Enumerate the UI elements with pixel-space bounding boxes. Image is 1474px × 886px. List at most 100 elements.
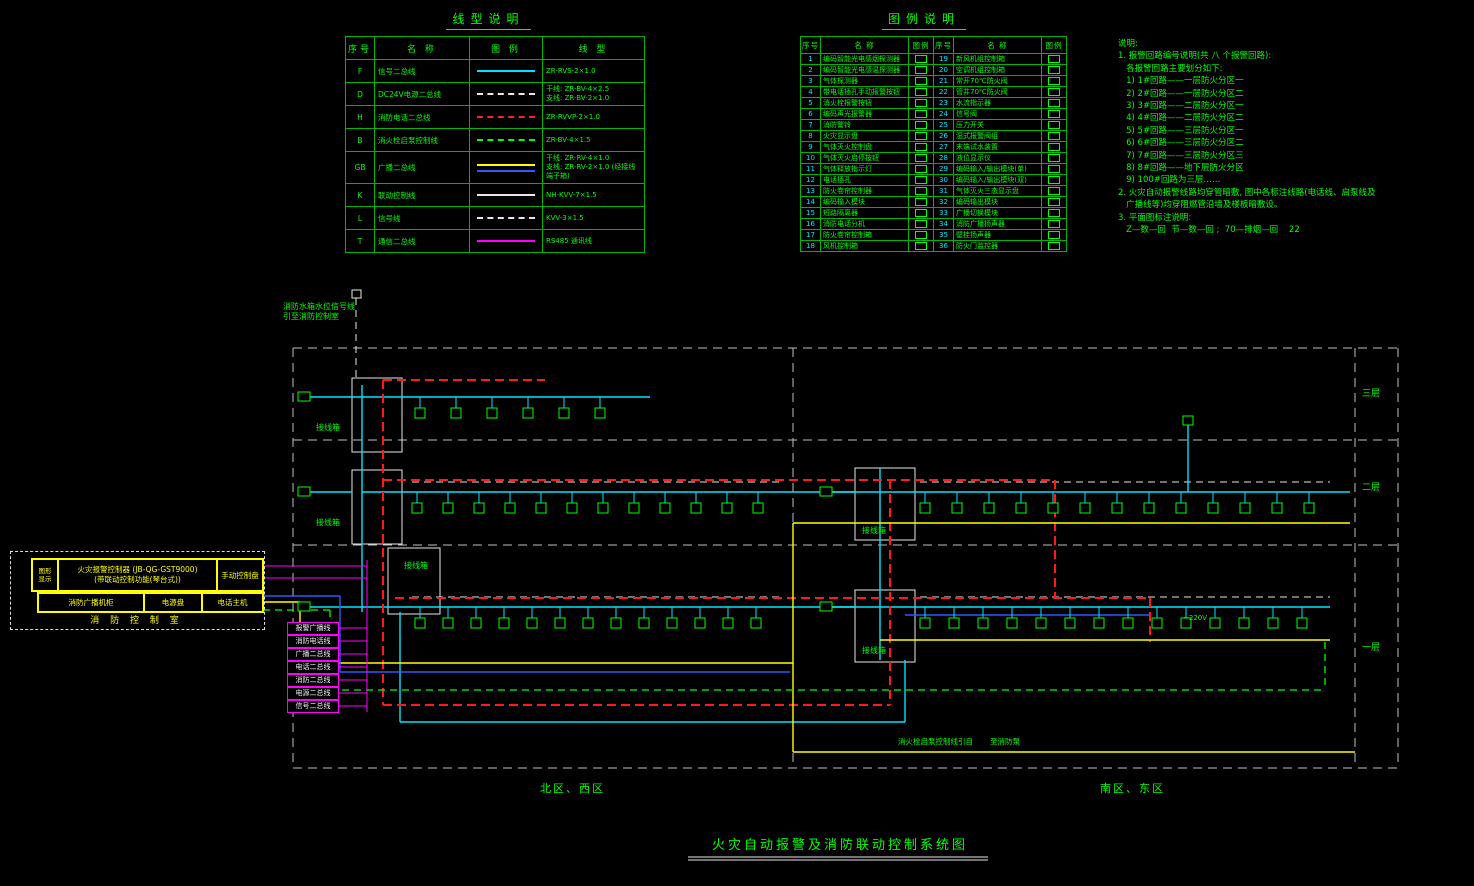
note-line: 各报警回路主要划分如下: (1118, 63, 1463, 75)
line-sample-swatch (477, 116, 535, 118)
symbol-glyph-cell (909, 241, 934, 252)
symbol-name: 防火卷帘控制器 (821, 186, 909, 197)
symbol-legend-row: 3 气体探测器 21 常开70℃防火阀 (801, 76, 1067, 87)
line-sample-swatch (477, 70, 535, 72)
note-line: 1) 1#回路——一层防火分区一 (1118, 75, 1463, 87)
symbol-glyph-cell (1042, 230, 1067, 241)
symbol-glyph-cell (909, 219, 934, 230)
symbol-seq: 27 (934, 142, 954, 153)
symbol-glyph-cell (1042, 65, 1067, 76)
symbol-seq: 7 (801, 120, 821, 131)
line-seq: B (346, 129, 375, 152)
symbol-glyph-cell (909, 164, 934, 175)
symbol-seq: 12 (801, 175, 821, 186)
line-sample (470, 83, 543, 106)
line-sample-swatch (477, 240, 535, 242)
line-sample (470, 230, 543, 253)
symbol-name: 水流指示器 (954, 98, 1042, 109)
line-legend-row: H 消防电话二总线 ZR-RVVP-2×1.0 (346, 106, 645, 129)
symbol-name: 气体灭火三态显示盘 (954, 186, 1042, 197)
symbol-seq: 33 (934, 208, 954, 219)
symbol-glyph-icon (1048, 154, 1060, 162)
note-line: 4) 4#回路——二层防火分区二 (1118, 112, 1463, 124)
line-seq: F (346, 60, 375, 83)
symbol-glyph-icon (1048, 198, 1060, 206)
col-name: 名 称 (375, 37, 470, 60)
symbol-seq: 19 (934, 54, 954, 65)
symbol-glyph-cell (1042, 98, 1067, 109)
symbol-glyph-icon (915, 242, 927, 250)
note-line: 7) 7#回路——三层防火分区三 (1118, 150, 1463, 162)
line-seq: L (346, 207, 375, 230)
symbol-name: 消防电话分机 (821, 219, 909, 230)
symbol-name: 末端试水装置 (954, 142, 1042, 153)
control-room-display-unit: 图形 显示 (31, 558, 59, 592)
symbol-legend-row: 12 电话插孔 30 编码输入/输出模块(双) (801, 175, 1067, 186)
water-tank-note: 消防水箱水位信号线 引至消防控制室 (283, 302, 355, 322)
fire-alarm-controller: 火灾报警控制器 (JB-QG-GST9000) (带联动控制功能(琴台式)) (57, 558, 218, 592)
line-sample-swatch-2 (477, 170, 535, 172)
col-seq: 序号 (346, 37, 375, 60)
line-sample (470, 207, 543, 230)
symbol-name: 空调机组控制箱 (954, 65, 1042, 76)
symbol-glyph-icon (1048, 121, 1060, 129)
line-name: 信号线 (375, 207, 470, 230)
power-panel: 电源盘 (143, 592, 203, 613)
symbol-name: 气体灭火控制盘 (821, 142, 909, 153)
note-line: 说明: (1118, 38, 1463, 50)
symbol-name: 编码输入/输出模块(双) (954, 175, 1042, 186)
symbol-glyph-cell (1042, 54, 1067, 65)
symbol-glyph-icon (1048, 132, 1060, 140)
symbol-seq: 1 (801, 54, 821, 65)
line-name: 通信二总线 (375, 230, 470, 253)
symbol-legend-row: 4 带电话插孔手动报警按钮 22 管井70℃防火阀 (801, 87, 1067, 98)
symbol-seq: 31 (934, 186, 954, 197)
controller-line2: (带联动控制功能(琴台式)) (94, 575, 181, 585)
symbol-name: 编码智能光电感温探测器 (821, 65, 909, 76)
line-type: ZR-RVS-2×1.0 (543, 60, 645, 83)
symbol-legend: 图例说明 序号 名 称 图例 序号 名 称 图例 1 编码智能光电感烟探测器 (800, 8, 1048, 252)
symbol-glyph-icon (1048, 88, 1060, 96)
note-line: 2) 2#回路——一层防火分区二 (1118, 88, 1463, 100)
power-bus-lines (356, 298, 1330, 597)
manual-control-panel: 手动控制盘 (216, 558, 264, 592)
line-name: 信号二总线 (375, 60, 470, 83)
symbol-name: 防火卷帘控制箱 (821, 230, 909, 241)
col-type: 线 型 (543, 37, 645, 60)
symbol-legend-table: 序号 名 称 图例 序号 名 称 图例 1 编码智能光电感烟探测器 19 (800, 36, 1067, 252)
note-line: 9) 100#回路为三层…… (1118, 174, 1463, 186)
drawing-title: 火灾自动报警及消防联动控制系统图 (640, 834, 1040, 853)
note-line: 广播线等)均穿阻燃管沿墙及楼板暗敷设。 (1118, 199, 1463, 211)
symbol-name: 风机控制箱 (821, 241, 909, 252)
symbol-seq: 8 (801, 131, 821, 142)
line-name: 消防电话二总线 (375, 106, 470, 129)
symbol-name: 气体探测器 (821, 76, 909, 87)
symbol-legend-row: 7 消防警铃 25 压力开关 (801, 120, 1067, 131)
symbol-name: 编码智能光电感烟探测器 (821, 54, 909, 65)
symbol-glyph-cell (909, 175, 934, 186)
junction-box-label-r1f: 接线箱 (862, 645, 886, 656)
symbol-seq: 35 (934, 230, 954, 241)
junction-box-label-1f: 接线箱 (404, 560, 428, 571)
line-name: 联动控制线 (375, 184, 470, 207)
junction-box-label-r2f: 接线箱 (862, 525, 886, 536)
symbol-seq: 30 (934, 175, 954, 186)
symbol-name: 湿式报警阀组 (954, 131, 1042, 142)
line-seq: D (346, 83, 375, 106)
symbol-seq: 25 (934, 120, 954, 131)
symbol-name: 常开70℃防火阀 (954, 76, 1042, 87)
cad-canvas: 线型说明 序号 名 称 图 例 线 型 F 信号二总线 (0, 0, 1474, 886)
line-legend-row: D DC24V电源二总线 干线: ZR-BV-4×2.5 支线: ZR-BV-2… (346, 83, 645, 106)
symbol-glyph-icon (915, 77, 927, 85)
symbol-legend-row: 14 编码输入模块 32 编码输出模块 (801, 197, 1067, 208)
symbol-name: 管井70℃防火阀 (954, 87, 1042, 98)
symbol-seq: 4 (801, 87, 821, 98)
symbol-seq: 18 (801, 241, 821, 252)
symbol-glyph-cell (909, 208, 934, 219)
symbol-glyph-cell (909, 131, 934, 142)
symbol-glyph-cell (1042, 186, 1067, 197)
symbol-glyph-icon (915, 143, 927, 151)
symbol-glyph-icon (1048, 176, 1060, 184)
symbol-glyph-icon (1048, 209, 1060, 217)
symbol-seq: 16 (801, 219, 821, 230)
